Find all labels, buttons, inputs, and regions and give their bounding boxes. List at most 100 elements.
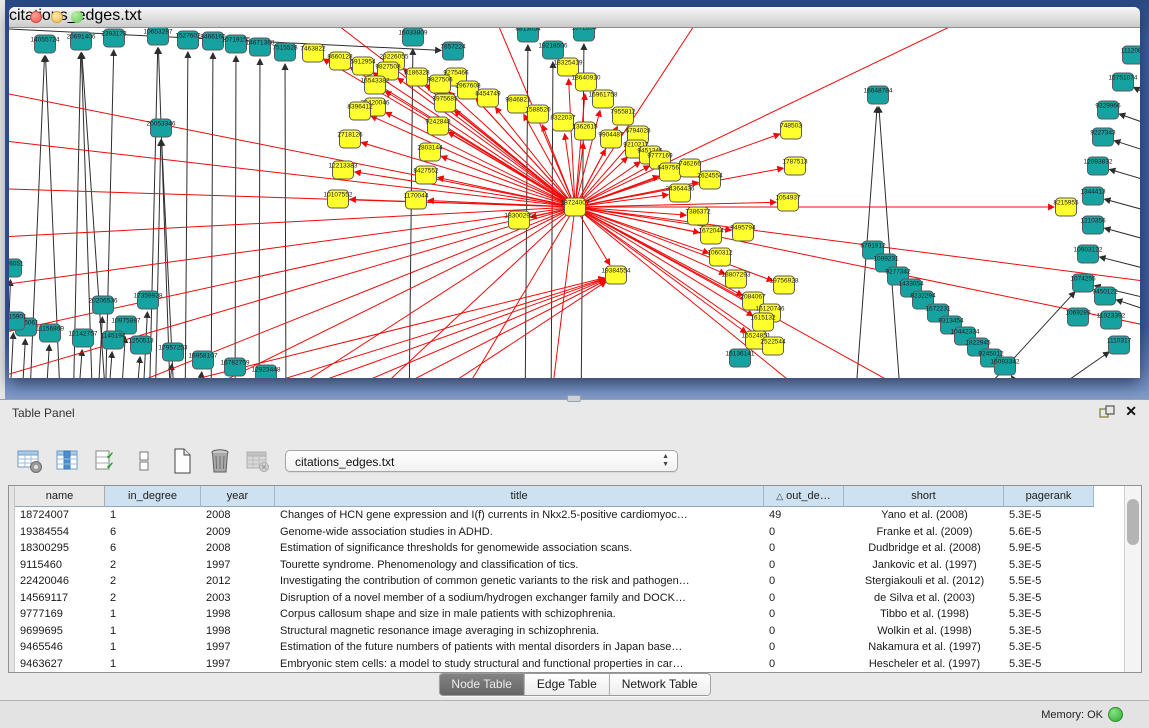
table-cell: Wolkin et al. (1998) (844, 623, 1004, 640)
graph-edge[interactable] (9, 207, 575, 288)
table-row[interactable]: 969969511998Structural magnetic resonanc… (15, 623, 1094, 640)
graph-edge[interactable] (259, 59, 260, 378)
tab-node-table[interactable]: Node Table (439, 674, 524, 695)
graph-edge[interactable] (1134, 87, 1140, 100)
tab-edge-table[interactable]: Edge Table (524, 674, 609, 695)
graph-edge[interactable] (1119, 114, 1140, 128)
graph-edge[interactable] (575, 143, 583, 207)
graph-edge[interactable] (107, 352, 112, 378)
graph-node-label: 18807293 (722, 272, 751, 279)
column-header-short[interactable]: short (844, 486, 1004, 507)
graph-edge[interactable] (361, 142, 575, 207)
graph-edge[interactable] (549, 207, 575, 378)
table-settings-icon[interactable] (16, 448, 43, 474)
graph-edge[interactable] (575, 207, 1140, 328)
graph-edge[interactable] (9, 138, 575, 207)
table-cell: 0 (764, 524, 844, 541)
graph-node-label: 9450122 (1092, 289, 1118, 296)
network-window-titlebar[interactable]: citations_edges.txt (9, 7, 1140, 28)
graph-edge[interactable] (9, 333, 13, 378)
table-cell: Investigating the contribution of common… (275, 573, 764, 590)
column-header-year[interactable]: year (201, 486, 275, 507)
graph-edge[interactable] (1105, 199, 1140, 214)
table-row[interactable]: 1938455462009Genome-wide association stu… (15, 524, 1094, 541)
column-header-name[interactable]: name (15, 486, 105, 507)
column-header-title[interactable]: title (275, 486, 764, 507)
graph-edge[interactable] (1105, 228, 1140, 243)
table-selector-dropdown[interactable]: citations_edges.txt ▲▼ (285, 450, 678, 472)
table-cell: 1 (105, 639, 201, 656)
graph-edge[interactable] (1100, 257, 1140, 272)
tab-network-table[interactable]: Network Table (609, 674, 710, 695)
graph-node-label: 20691406 (67, 34, 96, 41)
create-column-icon[interactable] (168, 448, 195, 474)
graph-edge[interactable] (105, 50, 114, 378)
graph-node-label: 1588520 (525, 107, 551, 114)
delete-column-icon[interactable] (206, 448, 233, 474)
float-panel-icon[interactable] (1099, 405, 1115, 419)
table-cell: 18724007 (15, 507, 105, 524)
graph-edge[interactable] (575, 28, 989, 207)
column-header-pagerank[interactable]: pagerank (1004, 486, 1094, 507)
scrollbar-thumb[interactable] (1127, 499, 1139, 545)
panel-splitter-handle[interactable] (567, 395, 581, 402)
graph-edge[interactable] (1114, 141, 1140, 155)
graph-edge[interactable] (197, 372, 202, 378)
graph-edge[interactable] (219, 279, 605, 378)
graph-edge[interactable] (49, 207, 575, 378)
graph-node-label: 9242848 (425, 119, 451, 126)
graph-node-label: 1074255 (1070, 276, 1096, 283)
table-cell: Structural magnetic resonance image aver… (275, 623, 764, 640)
table-row[interactable]: 1830029562008Estimation of significance … (15, 540, 1094, 557)
graph-edge[interactable] (155, 140, 161, 378)
table-row[interactable]: 946554611997Estimation of the future num… (15, 639, 1094, 656)
graph-edge[interactable] (235, 56, 236, 378)
graph-node-label: 19218506 (539, 43, 568, 50)
graph-node-label: 2624554 (697, 173, 723, 180)
graph-node-label: 17359928 (134, 293, 163, 300)
table-cell: 2 (105, 573, 201, 590)
zoom-window-button[interactable] (71, 11, 83, 23)
table-cell: 49 (764, 507, 844, 524)
table-vertical-scrollbar[interactable] (1124, 486, 1141, 672)
graph-edge[interactable] (1014, 352, 1109, 378)
network-desktop: citations_edges.txt 18724007746382286601… (5, 0, 1149, 399)
table-row[interactable]: 977716911998Corpus callosum shape and si… (15, 606, 1094, 623)
table-row[interactable]: 911546021997Tourette syndrome. Phenomeno… (15, 557, 1094, 574)
graph-edge[interactable] (211, 53, 213, 378)
graph-node-label: 7386372 (685, 209, 711, 216)
graph-edge[interactable] (575, 28, 709, 207)
graph-edge[interactable] (551, 62, 553, 378)
graph-node-label: 9277342 (885, 269, 911, 276)
delete-table-disabled-icon[interactable] (244, 448, 271, 474)
graph-edge[interactable] (21, 339, 25, 378)
minimize-window-button[interactable] (51, 11, 63, 23)
table-row[interactable]: 1456911722003Disruption of a novel membe… (15, 590, 1094, 607)
column-header-outde[interactable]: △out_de… (764, 486, 844, 507)
graph-node-label: 6794028 (625, 128, 651, 135)
table-toolbar: ✓ ✓ (16, 446, 309, 476)
table-row[interactable]: 1872400712008Changes of HCN gene express… (15, 507, 1094, 524)
graph-edge[interactable] (135, 357, 140, 378)
graph-node-label: 9313454 (938, 318, 964, 325)
graph-edge[interactable] (339, 281, 605, 378)
table-row[interactable]: 946362711997Embryonic stem cells: a mode… (15, 656, 1094, 673)
graph-edge[interactable] (285, 64, 286, 378)
graph-node-label: 1112084 (1121, 48, 1140, 55)
graph-edge[interactable] (448, 132, 575, 207)
graph-edge[interactable] (1012, 376, 1039, 378)
table-row[interactable]: 2242004622012Investigating the contribut… (15, 573, 1094, 590)
network-graph[interactable]: 1872400774638228660128591295423226055982… (9, 28, 1140, 378)
network-canvas[interactable]: 1872400774638228660128591295423226055982… (9, 28, 1140, 378)
row-tools-icon[interactable] (130, 448, 157, 474)
close-window-button[interactable] (30, 11, 42, 23)
close-panel-icon[interactable]: ✕ (1125, 403, 1137, 420)
column-checklist-icon[interactable]: ✓ ✓ (92, 448, 119, 474)
graph-edge[interactable] (99, 278, 604, 378)
graph-edge[interactable] (45, 345, 49, 378)
graph-edge[interactable] (1110, 169, 1140, 184)
column-header-indegree[interactable]: in_degree (105, 486, 201, 507)
graph-edge[interactable] (185, 52, 188, 378)
table-cell: 0 (764, 623, 844, 640)
column-visibility-icon[interactable] (54, 448, 81, 474)
